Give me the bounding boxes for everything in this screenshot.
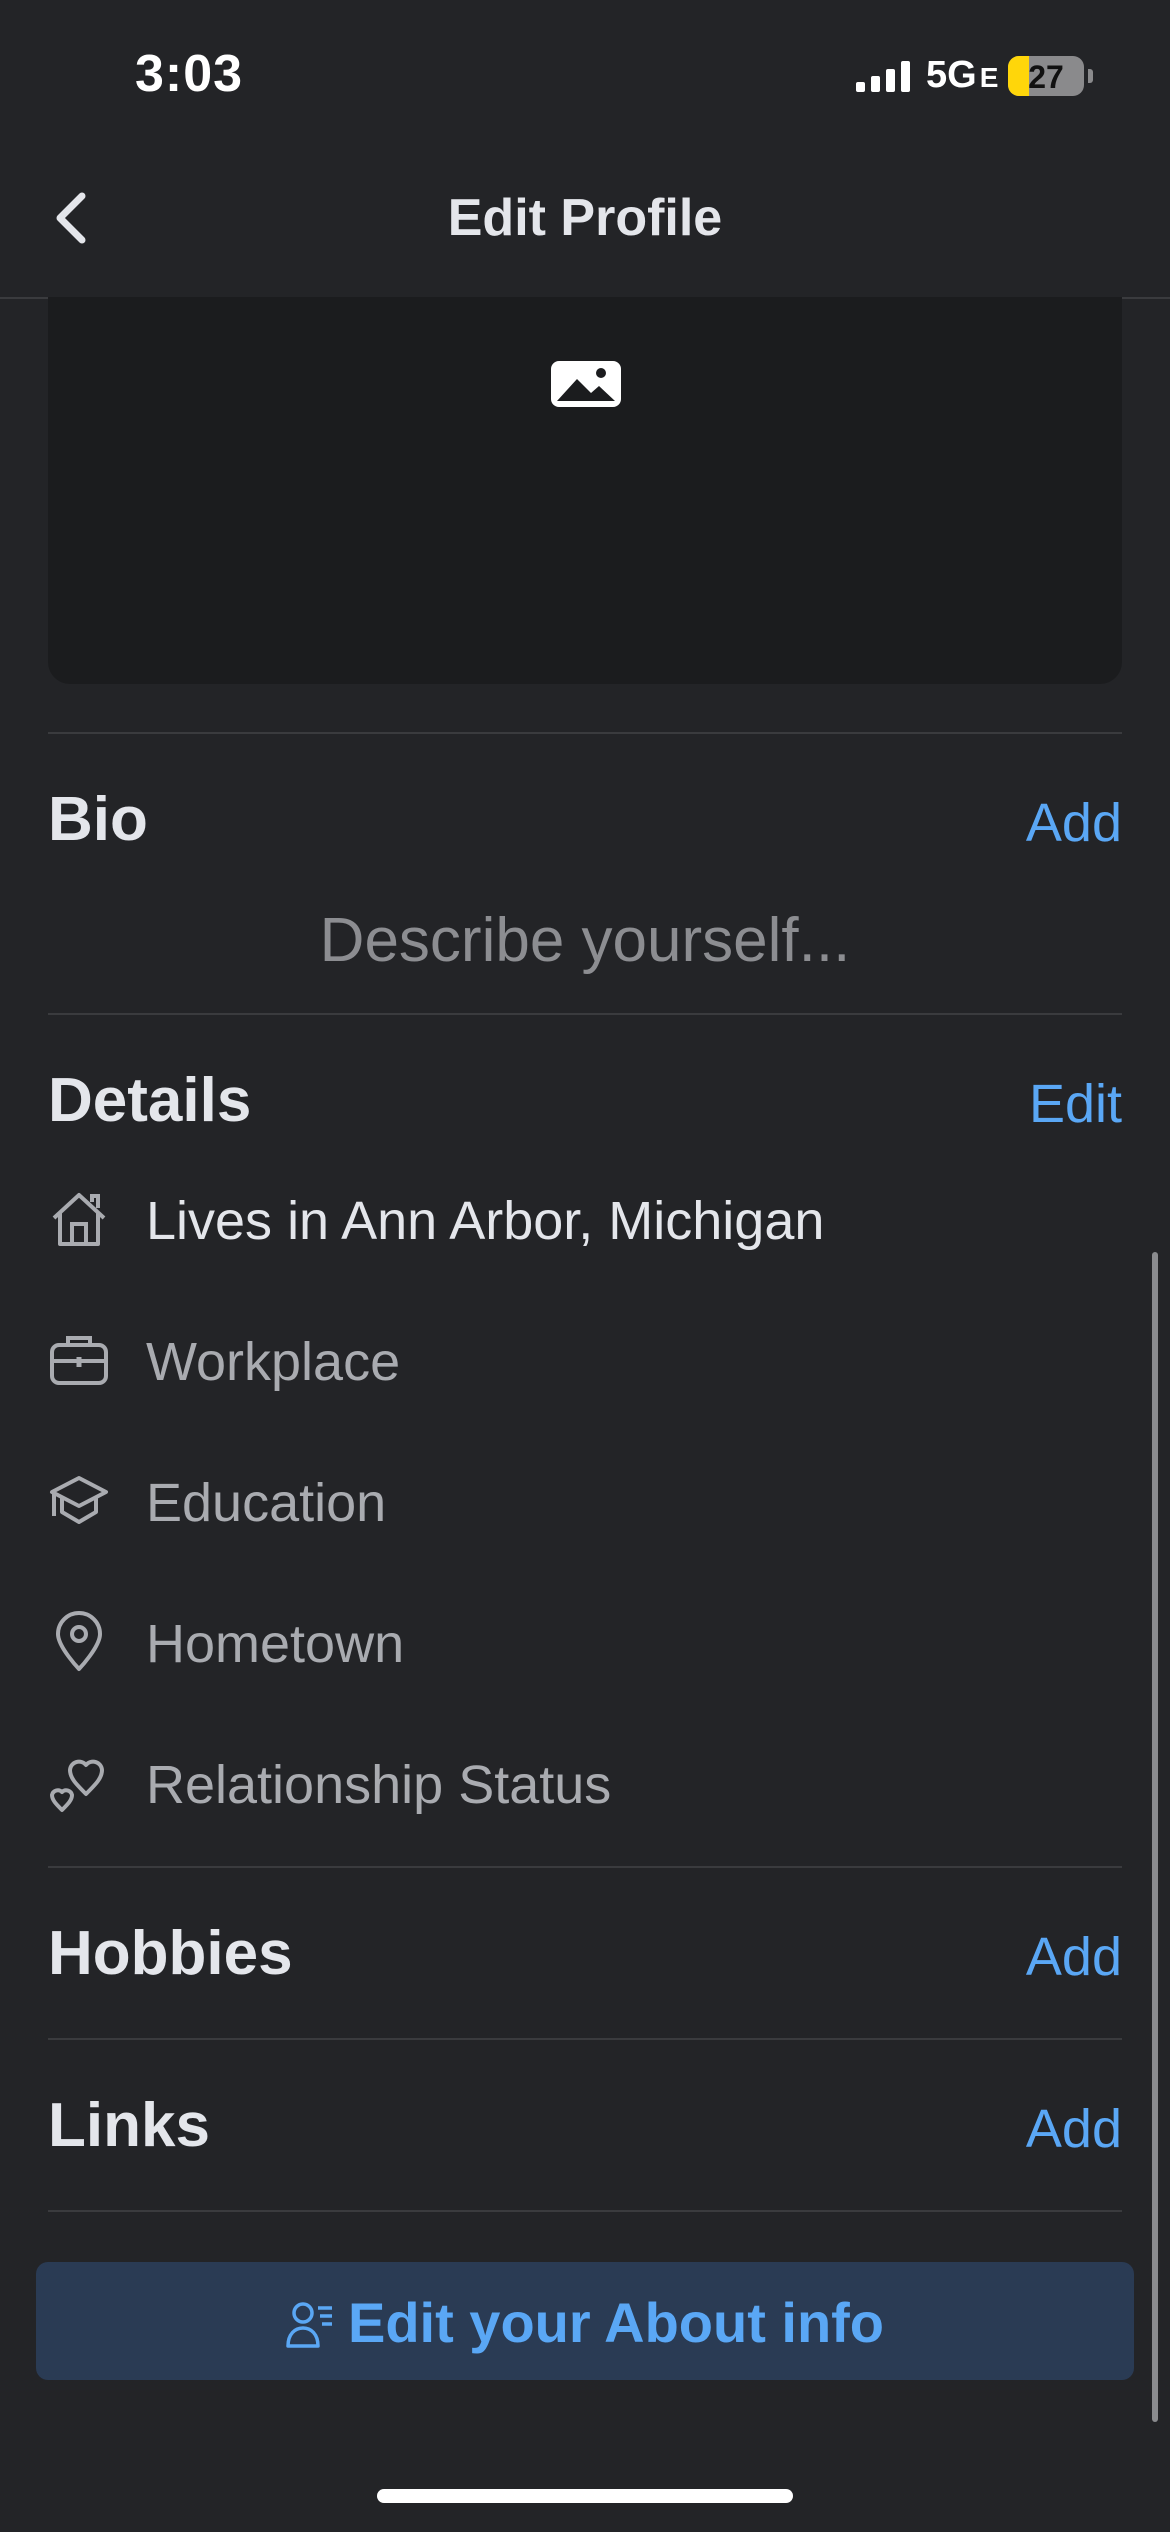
hearts-icon	[50, 1759, 104, 1812]
edit-about-info-label: Edit your About info	[347, 2291, 885, 2354]
battery-icon: 27	[1008, 56, 1084, 96]
divider	[48, 2210, 1122, 2212]
detail-row-lives-in[interactable]: Lives in Ann Arbor, Michigan	[48, 1176, 1122, 1266]
detail-label: Hometown	[146, 1614, 405, 1674]
signal-icon	[856, 61, 910, 97]
person-info-icon	[286, 2302, 332, 2348]
bio-title: Bio	[48, 785, 148, 854]
detail-label: Workplace	[146, 1332, 401, 1392]
scrollbar[interactable]	[1152, 1252, 1158, 2422]
home-icon	[52, 1193, 106, 1246]
detail-row-relationship[interactable]: Relationship Status	[48, 1740, 1122, 1830]
detail-label: Relationship Status	[146, 1755, 612, 1815]
divider	[48, 2038, 1122, 2040]
nav-header: Edit Profile	[0, 140, 1170, 299]
edit-about-info-inner: Edit your About info	[36, 2290, 1134, 2355]
bio-placeholder[interactable]: Describe yourself...	[0, 905, 1170, 976]
image-icon[interactable]	[549, 359, 623, 409]
hobbies-title: Hobbies	[48, 1919, 293, 1988]
bio-add-button[interactable]: Add	[1026, 792, 1122, 854]
battery-level: 27	[1028, 59, 1064, 95]
detail-label: Education	[146, 1473, 387, 1533]
divider	[48, 732, 1122, 734]
hobbies-add-button[interactable]: Add	[1026, 1926, 1122, 1988]
detail-row-education[interactable]: Education	[48, 1458, 1122, 1548]
details-title: Details	[48, 1066, 252, 1135]
divider	[48, 1013, 1122, 1015]
links-add-button[interactable]: Add	[1026, 2098, 1122, 2160]
home-indicator[interactable]	[377, 2489, 793, 2503]
detail-row-hometown[interactable]: Hometown	[48, 1599, 1122, 1689]
detail-row-workplace[interactable]: Workplace	[48, 1317, 1122, 1407]
location-pin-icon	[56, 1611, 102, 1671]
cover-photo-area[interactable]	[48, 297, 1122, 684]
graduation-cap-icon	[50, 1476, 108, 1524]
status-bar: 3:03 5G E 27	[0, 0, 1170, 140]
briefcase-icon	[50, 1336, 108, 1385]
details-edit-button[interactable]: Edit	[1029, 1073, 1122, 1135]
divider	[48, 1866, 1122, 1868]
battery-tip	[1088, 69, 1093, 83]
edit-about-info-button[interactable]: Edit your About info	[36, 2262, 1134, 2380]
network-indicator: 5G E	[926, 54, 999, 96]
page-title: Edit Profile	[447, 189, 723, 247]
links-title: Links	[48, 2091, 210, 2160]
status-time: 3:03	[135, 45, 244, 103]
detail-label: Lives in Ann Arbor, Michigan	[146, 1191, 825, 1251]
